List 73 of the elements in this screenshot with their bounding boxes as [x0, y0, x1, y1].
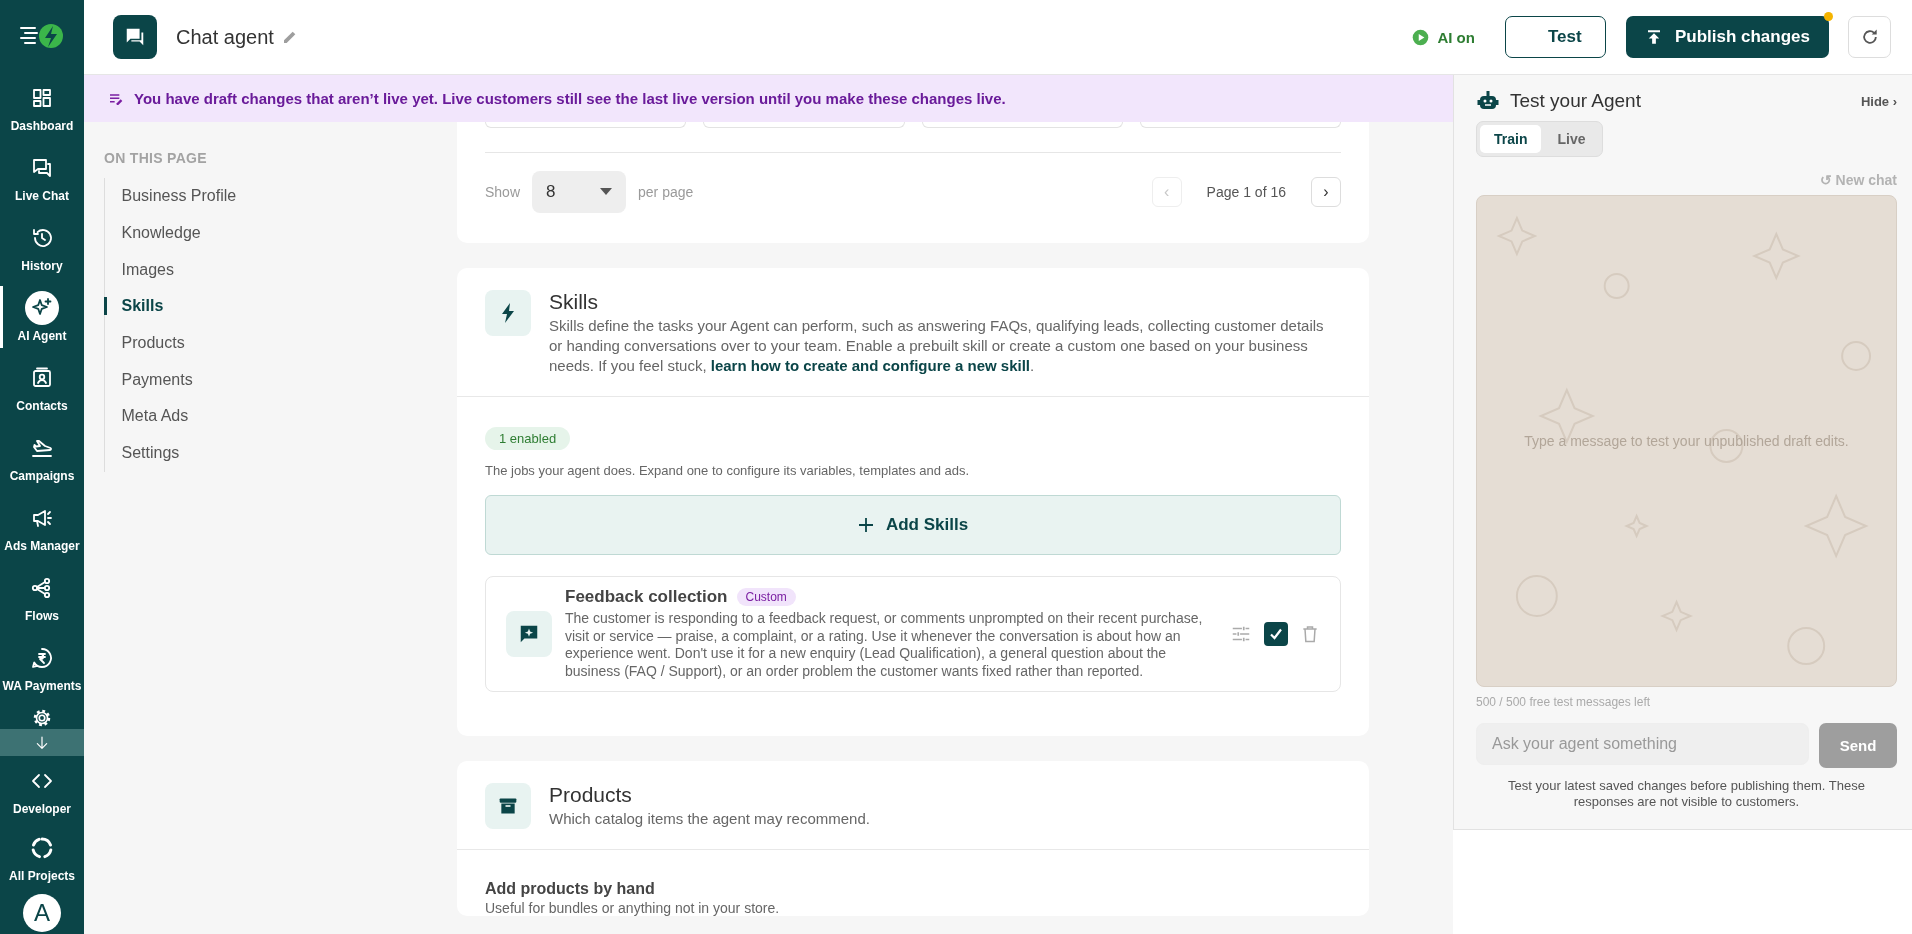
skill-card[interactable]: [485, 576, 1341, 692]
play-icon: [1412, 28, 1430, 46]
show-label: Show: [485, 184, 521, 200]
ring-icon: [30, 835, 54, 860]
message-quota: 500 / 500 free test messages left: [1476, 695, 1652, 709]
down-arrow-icon: [34, 734, 50, 751]
archive-box-icon: [485, 782, 531, 829]
nav-item[interactable]: WA Payments: [0, 632, 84, 702]
message-input[interactable]: Ask your agent something: [1476, 723, 1809, 765]
dashboard-icon: [30, 86, 54, 110]
section-heading: ON THIS PAGE: [104, 150, 208, 166]
nav-item[interactable]: All Projects: [0, 823, 84, 890]
settings-icon[interactable]: [31, 707, 53, 729]
test-button[interactable]: Test: [1504, 16, 1606, 58]
pencil-icon[interactable]: [281, 29, 298, 45]
chat-icon: [113, 15, 157, 59]
nav-item[interactable]: Flows: [0, 562, 84, 632]
contact-card-icon: [30, 366, 54, 390]
per-page-label: per page: [638, 184, 694, 200]
ai-status: AI on: [1437, 28, 1475, 46]
section-description: Which catalog items the agent may recommend.: [549, 808, 871, 829]
nav-item[interactable]: Ads Manager: [0, 492, 84, 562]
lightning-icon: [485, 290, 531, 336]
page-nav-link[interactable]: Business Profile: [103, 187, 237, 206]
section-description: Skills define the tasks your Agent can perform, such as answering FAQs, qualifying leads, collecting customer details or handing conversations over to your team. Enable a prebuilt skill or create a custom one based on your business needs. If you feel stuck, learn how to create and configure a new skill.: [549, 316, 1325, 376]
nav-item[interactable]: AI Agent: [0, 282, 84, 352]
nav-item[interactable]: Developer: [0, 756, 84, 823]
nav-item[interactable]: Live Chat: [0, 142, 84, 212]
page-nav-link[interactable]: Payments: [103, 370, 193, 389]
mode-tab[interactable]: Train: [1480, 125, 1542, 153]
help-link[interactable]: learn how to create and configure a new skill: [710, 357, 1030, 374]
draft-notice: You have draft changes that aren’t live yet. Live customers still see the last live version until you make these changes live.: [134, 90, 1006, 107]
empty-chat-hint: Type a message to test your unpublished draft edits.: [1524, 433, 1849, 449]
history-icon: [30, 226, 54, 250]
page-nav-link[interactable]: Images: [103, 260, 174, 279]
logo-icon: [19, 22, 65, 50]
subsection-description: Useful for bundles or anything not in your store.: [485, 899, 781, 916]
mode-tab[interactable]: Live: [1543, 125, 1600, 153]
panel-note: Test your latest saved changes before publishing them. These responses are not visible to customers.: [1507, 778, 1866, 810]
page-indicator: Page 1 of 16: [1206, 184, 1286, 200]
chat-sparkle-icon: [506, 610, 552, 657]
enabled-count-badge: 1 enabled: [485, 427, 571, 450]
per-page-select[interactable]: 8: [532, 171, 627, 213]
hide-link[interactable]: Hide ›: [1860, 93, 1897, 109]
nav-item[interactable]: Contacts: [0, 352, 84, 422]
add-skills-button[interactable]: Add Skills: [485, 495, 1341, 555]
skill-checkbox[interactable]: [1264, 621, 1288, 646]
nav-item[interactable]: Dashboard: [0, 72, 84, 142]
avatar[interactable]: A: [23, 894, 61, 932]
section-title: Products: [549, 782, 633, 807]
page-nav-link[interactable]: Skills: [103, 297, 164, 316]
check-icon: [1269, 626, 1283, 641]
section-title: Skills: [549, 290, 599, 314]
skills-hint: The jobs your agent does. Expand one to configure its variables, templates and ads.: [485, 463, 971, 478]
refresh-button[interactable]: [1848, 16, 1891, 58]
rupee-bubble-icon: [30, 646, 54, 670]
page-nav-link[interactable]: Meta Ads: [103, 407, 189, 426]
skill-tag: Custom: [736, 588, 796, 606]
panel-title: Test your Agent: [1510, 90, 1642, 112]
trash-icon[interactable]: [1300, 623, 1320, 644]
nav-item[interactable]: History: [0, 212, 84, 282]
next-page-button[interactable]: ›: [1311, 177, 1341, 207]
skill-description: The customer is responding to a feedback request, or comments unprompted on their recent purchase, visit or service — praise, a complaint, or a rating. Use it whenever the conversation is about how an experience went. Don't use it for a new enquiry (Lead Qualification), a general question about the business (FAQ / Support), or an order problem the customer wants fixed rather than reported.: [565, 610, 1204, 681]
agent-title: Chat agent: [176, 25, 274, 49]
plus-icon: [857, 517, 874, 533]
page-nav-link[interactable]: Products: [103, 334, 185, 353]
page-nav-link[interactable]: Settings: [103, 444, 180, 463]
page-nav-link[interactable]: Knowledge: [103, 224, 201, 243]
caret-icon: [600, 188, 613, 196]
skill-title: Feedback collection: [565, 587, 728, 607]
nav-item[interactable]: Campaigns: [0, 422, 84, 492]
chat-bubbles-icon: [30, 156, 54, 180]
subsection-title: Add products by hand: [485, 879, 656, 898]
